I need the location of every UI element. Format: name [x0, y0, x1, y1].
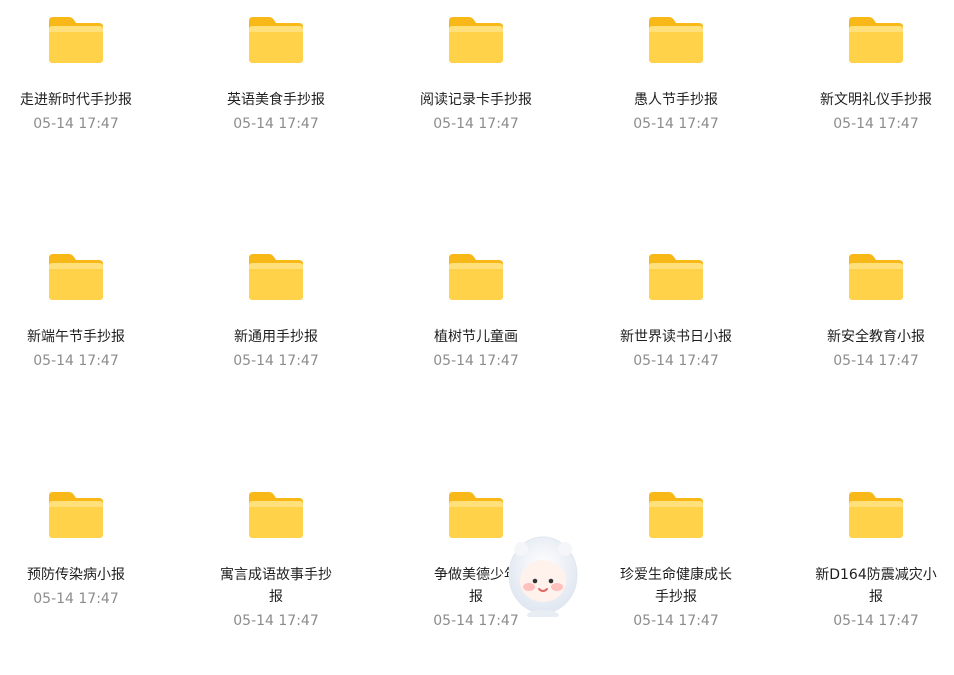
folder-name: 新通用手抄报	[234, 329, 318, 345]
folder-icon	[49, 254, 103, 300]
folder-item[interactable]: 阅读记录卡手抄报 05-14 17:47	[400, 0, 600, 200]
folder-time: 05-14 17:47	[833, 613, 919, 629]
folder-time: 05-14 17:47	[33, 353, 119, 369]
folder-icon	[649, 254, 703, 300]
folder-icon	[849, 254, 903, 300]
folder-name: 新安全教育小报	[827, 329, 925, 345]
folder-icon	[849, 492, 903, 538]
folder-time: 05-14 17:47	[233, 613, 319, 629]
folder-item[interactable]: 新端午节手抄报 05-14 17:47	[0, 237, 200, 437]
folder-icon	[49, 492, 103, 538]
folder-time: 05-14 17:47	[33, 116, 119, 132]
folder-time: 05-14 17:47	[233, 116, 319, 132]
folder-icon	[449, 492, 503, 538]
folder-name: 新文明礼仪手抄报	[820, 92, 932, 108]
folder-name: 英语美食手抄报	[227, 92, 325, 108]
folder-name: 新D164防震减灾小报	[815, 567, 937, 605]
folder-item[interactable]: 预防传染病小报 05-14 17:47	[0, 475, 200, 675]
folder-time: 05-14 17:47	[33, 591, 119, 607]
folder-item[interactable]: 新D164防震减灾小报 05-14 17:47	[800, 475, 954, 675]
folder-time: 05-14 17:47	[433, 353, 519, 369]
folder-time: 05-14 17:47	[433, 116, 519, 132]
folder-icon	[449, 254, 503, 300]
folder-item[interactable]: 走进新时代手抄报 05-14 17:47	[0, 0, 200, 200]
folder-name: 植树节儿童画	[434, 329, 518, 345]
folder-time: 05-14 17:47	[633, 353, 719, 369]
folder-item[interactable]: 愚人节手抄报 05-14 17:47	[600, 0, 800, 200]
folder-time: 05-14 17:47	[233, 353, 319, 369]
folder-name: 珍爱生命健康成长手抄报	[620, 567, 732, 605]
folder-time: 05-14 17:47	[833, 116, 919, 132]
folder-item[interactable]: 新文明礼仪手抄报 05-14 17:47	[800, 0, 954, 200]
folder-name: 预防传染病小报	[27, 567, 125, 583]
folder-item[interactable]: 英语美食手抄报 05-14 17:47	[200, 0, 400, 200]
folder-name: 新端午节手抄报	[27, 329, 125, 345]
folder-time: 05-14 17:47	[633, 613, 719, 629]
folder-item[interactable]: 植树节儿童画 05-14 17:47	[400, 237, 600, 437]
folder-name: 愚人节手抄报	[634, 92, 718, 108]
folder-name: 阅读记录卡手抄报	[420, 92, 532, 108]
folder-icon	[649, 17, 703, 63]
folder-item[interactable]: 珍爱生命健康成长手抄报 05-14 17:47	[600, 475, 800, 675]
folder-name: 寓言成语故事手抄报	[220, 567, 332, 605]
folder-item[interactable]: 新安全教育小报 05-14 17:47	[800, 237, 954, 437]
folder-icon	[249, 17, 303, 63]
folder-name: 新世界读书日小报	[620, 329, 732, 345]
mascot-avatar[interactable]	[505, 531, 581, 617]
folder-name: 走进新时代手抄报	[20, 92, 132, 108]
folder-icon	[649, 492, 703, 538]
folder-item[interactable]: 寓言成语故事手抄报 05-14 17:47	[200, 475, 400, 675]
folder-icon	[449, 17, 503, 63]
folder-icon	[249, 492, 303, 538]
folder-item[interactable]: 新世界读书日小报 05-14 17:47	[600, 237, 800, 437]
file-grid: 走进新时代手抄报 05-14 17:47 英语美食手抄报 05-14 17:47…	[0, 0, 954, 629]
folder-icon	[249, 254, 303, 300]
folder-time: 05-14 17:47	[633, 116, 719, 132]
folder-icon	[849, 17, 903, 63]
folder-icon	[49, 17, 103, 63]
folder-time: 05-14 17:47	[833, 353, 919, 369]
folder-item[interactable]: 新通用手抄报 05-14 17:47	[200, 237, 400, 437]
